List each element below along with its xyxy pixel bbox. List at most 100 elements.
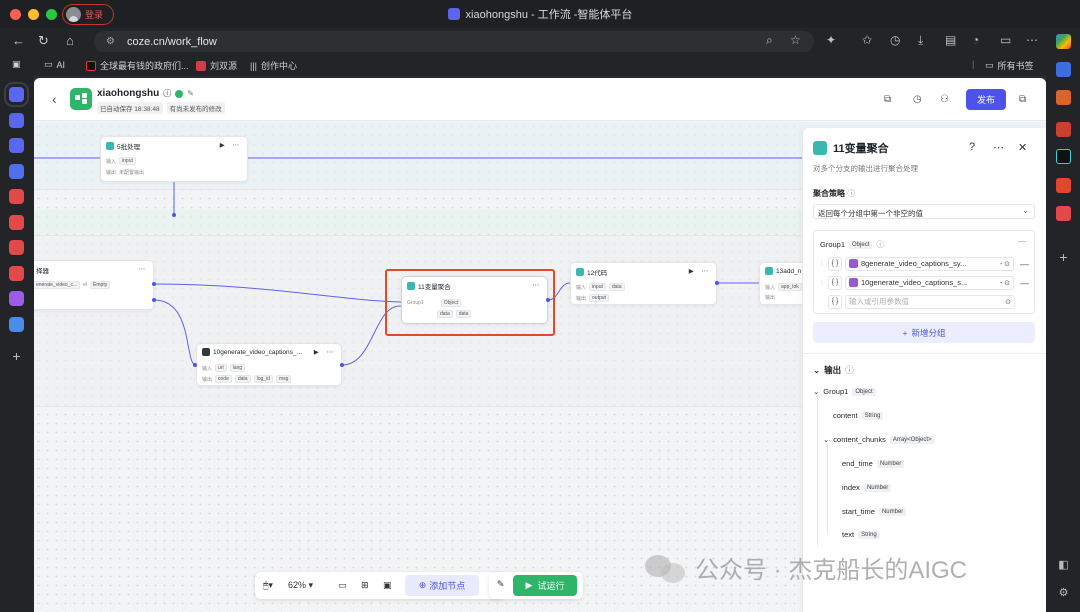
- strategy-select[interactable]: 返回每个分组中第一个非空的值 ⌄: [813, 204, 1035, 219]
- debug-icon[interactable]: ✎: [497, 579, 505, 590]
- tab-xiaohongshu-icon[interactable]: [9, 189, 24, 204]
- add-group-button[interactable]: + 新增分组: [813, 322, 1035, 343]
- url-input[interactable]: ⚙ coze.cn/work_flow: [94, 31, 814, 52]
- split-view-icon[interactable]: ◧: [1056, 558, 1071, 573]
- briefcase-icon[interactable]: [1056, 90, 1071, 105]
- add-node-button[interactable]: ⊕ 添加节点: [405, 575, 479, 596]
- input-port[interactable]: [193, 363, 197, 367]
- site-settings-icon[interactable]: ⚙: [106, 36, 115, 47]
- close-icon[interactable]: ✕: [1018, 141, 1027, 154]
- drag-handle-icon[interactable]: ⋮: [819, 260, 825, 267]
- add-icon[interactable]: +: [1056, 250, 1071, 265]
- new-tab-icon[interactable]: +: [9, 349, 24, 364]
- node-generate-captions[interactable]: 10generate_video_captions_... ▶ ⋯ 输入 url l…: [196, 343, 342, 386]
- node-code[interactable]: 12代码 ▶ ⋯ 输入 input data 输出 output: [570, 262, 717, 305]
- clear-icon[interactable]: - ⊙: [1000, 260, 1010, 268]
- run-toolbar: ✎ ▶ 试运行: [489, 572, 583, 599]
- output-port[interactable]: [715, 281, 719, 285]
- output-port[interactable]: [172, 213, 176, 217]
- test-run-label: 试运行: [537, 581, 565, 591]
- remove-var-icon[interactable]: —: [1020, 259, 1029, 269]
- history-icon[interactable]: ◷: [890, 33, 900, 47]
- node-batch[interactable]: 5批处理 ▶ ⋯ 输入 input 输出 未配置输出: [100, 136, 248, 182]
- sidebar-toggle-icon[interactable]: ▣: [12, 59, 21, 70]
- drag-handle-icon[interactable]: ⋮: [819, 279, 825, 286]
- node-selector[interactable]: 择器 ⋯ enerate_video_c... el Empty: [34, 260, 154, 310]
- test-run-button[interactable]: ▶ 试运行: [513, 575, 577, 596]
- bookmark-liu[interactable]: 刘双源: [196, 59, 237, 72]
- duplicate-icon[interactable]: ⧉: [1019, 94, 1026, 105]
- bookmark-creator[interactable]: ||| 创作中心: [250, 59, 297, 72]
- output-port[interactable]: [340, 363, 344, 367]
- zoom-search-icon[interactable]: ⌕: [766, 33, 773, 48]
- downloads-icon[interactable]: ⤓: [918, 33, 923, 48]
- minimap-icon[interactable]: ▣: [383, 580, 392, 591]
- google-icon[interactable]: [1056, 34, 1071, 49]
- node-controls-icons[interactable]: ▶ ⋯: [314, 348, 336, 356]
- zoom-select[interactable]: 62% ▾: [288, 580, 313, 591]
- weibo-icon[interactable]: [1056, 178, 1071, 193]
- more-icon[interactable]: ⋯: [993, 141, 1004, 154]
- collaborators-icon[interactable]: ⚇: [940, 94, 949, 105]
- tab-app-icon[interactable]: [9, 291, 24, 306]
- star-bookmark-icon[interactable]: ☆: [790, 33, 801, 47]
- tab-baidu-icon[interactable]: [9, 164, 24, 179]
- tab-coze-icon[interactable]: [9, 113, 24, 128]
- node-more-icon[interactable]: ⋯: [139, 265, 149, 273]
- more-menu-icon[interactable]: ⋯: [1026, 33, 1038, 47]
- info-icon[interactable]: ⓘ: [847, 189, 855, 198]
- help-icon[interactable]: ?: [969, 141, 975, 153]
- tab-coze-icon[interactable]: [9, 138, 24, 153]
- extensions-icon[interactable]: ✦: [826, 33, 836, 47]
- output-tree-item[interactable]: ⌄ Group1 Object: [813, 387, 876, 396]
- clear-icon[interactable]: - ⊙: [1000, 279, 1010, 287]
- mouse-mode-icon[interactable]: 🖱︎▾: [263, 580, 273, 591]
- output-tree-item[interactable]: ⌄ content_chunks Array<Object>: [823, 435, 935, 444]
- output-port[interactable]: [152, 298, 156, 302]
- reload-icon[interactable]: ↻: [38, 33, 49, 49]
- node-input-row: 输入 input: [106, 157, 136, 165]
- tab-app-icon[interactable]: [9, 317, 24, 332]
- info-icon[interactable]: ⓘ: [876, 239, 884, 250]
- output-port[interactable]: [152, 282, 156, 286]
- node-run-more-icons[interactable]: ▶ ⋯: [220, 141, 242, 149]
- group-remove-icon[interactable]: —: [1018, 237, 1026, 246]
- bookmark-gov[interactable]: 全球最有钱的政府们...: [86, 59, 189, 72]
- reference-icon[interactable]: ⊙: [1005, 298, 1011, 306]
- copy-icon[interactable]: ⧉: [884, 94, 891, 105]
- tab-coze-icon[interactable]: [4, 82, 29, 107]
- wallet-icon[interactable]: ▭: [1000, 33, 1011, 47]
- variable-type-icon[interactable]: { }: [828, 275, 842, 290]
- tiktok-icon[interactable]: [1056, 149, 1071, 164]
- diamond-icon[interactable]: [1056, 62, 1071, 77]
- variable-input[interactable]: 输入或引用参数值 ⊙: [845, 294, 1015, 309]
- favorites-icon[interactable]: ✩: [862, 33, 872, 47]
- variable-type-icon[interactable]: { }: [828, 256, 842, 271]
- remove-var-icon[interactable]: —: [1020, 278, 1029, 288]
- app-red-icon[interactable]: [1056, 122, 1071, 137]
- settings-gear-icon[interactable]: ⚙: [1056, 586, 1071, 601]
- comment-icon[interactable]: ▭: [338, 580, 347, 591]
- node-run-more-icons[interactable]: ▶ ⋯: [689, 267, 711, 275]
- all-bookmarks[interactable]: ▭ 所有书签: [985, 59, 1034, 72]
- info-icon[interactable]: ⓘ: [845, 364, 854, 376]
- watermark: 公众号 · 杰克船长的AIGC: [645, 550, 967, 585]
- layout-icon[interactable]: ⊞: [361, 580, 369, 591]
- bookmark-ai[interactable]: ▭ AI: [44, 59, 65, 70]
- publish-button[interactable]: 发布: [966, 89, 1006, 110]
- tab-xiaohongshu-icon[interactable]: [9, 215, 24, 230]
- history-icon[interactable]: ◷: [913, 94, 922, 105]
- variable-ref-field[interactable]: 10generate_video_captions_s... - ⊙: [844, 275, 1014, 290]
- back-icon[interactable]: ←: [12, 33, 25, 48]
- plus-icon: ⊕: [418, 580, 427, 590]
- variable-ref-field[interactable]: 8generate_video_captions_sy... - ⊙: [844, 256, 1014, 271]
- reader-icon[interactable]: ▤: [945, 33, 956, 47]
- performance-icon[interactable]: ◔: [972, 33, 979, 47]
- output-section-header[interactable]: ⌄ 输出 ⓘ: [813, 364, 854, 376]
- home-icon[interactable]: ⌂: [66, 33, 74, 48]
- plus-icon: +: [902, 327, 908, 338]
- tab-xiaohongshu-icon[interactable]: [9, 266, 24, 281]
- tab-xiaohongshu-icon[interactable]: [9, 240, 24, 255]
- xiaohongshu-icon[interactable]: [1056, 206, 1071, 221]
- variable-type-icon[interactable]: { }: [828, 294, 842, 309]
